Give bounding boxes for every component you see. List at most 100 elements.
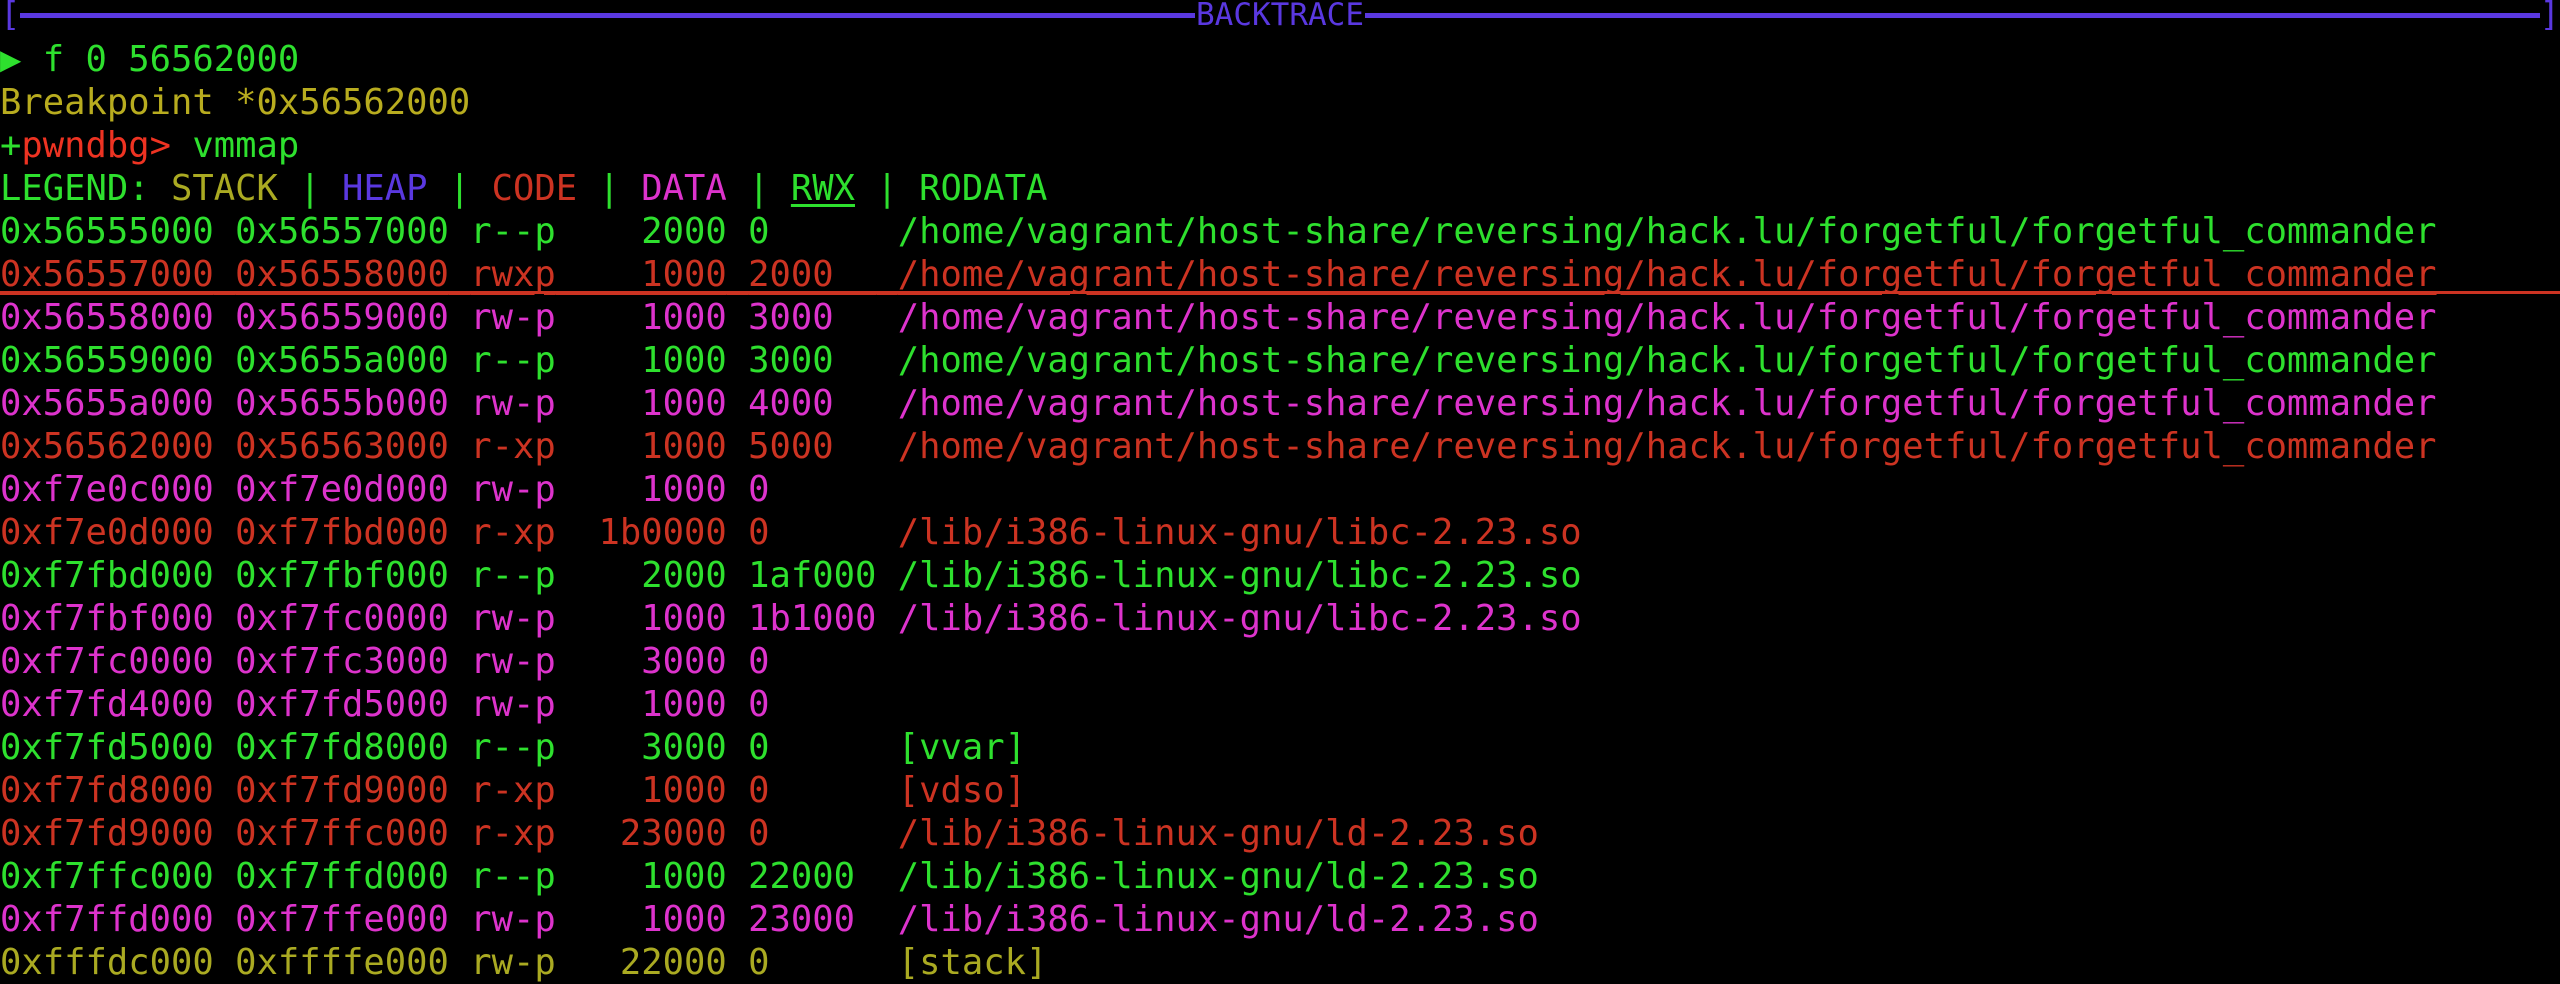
vmmap-cell-perm: rwxp	[470, 254, 556, 295]
legend-gap	[470, 168, 491, 209]
vmmap-cell-gap	[214, 512, 235, 553]
vmmap-cell-offset: 3000	[748, 340, 877, 381]
vmmap-cell-offset: 1b1000	[748, 598, 877, 639]
vmmap-cell-size: 1b0000	[555, 512, 727, 553]
vmmap-cell-end: 0xf7fd9000	[235, 770, 449, 811]
vmmap-cell-perm: r--p	[470, 555, 556, 596]
vmmap-row[interactable]: 0xfffdc000 0xffffe000 rw-p 22000 0 [stac…	[0, 941, 2560, 984]
vmmap-cell-gap	[449, 383, 470, 424]
frame-marker-icon: ▶	[0, 39, 22, 80]
vmmap-cell-size: 1000	[555, 383, 727, 424]
vmmap-cell-gap	[727, 770, 748, 811]
vmmap-cell-gap	[449, 727, 470, 768]
pwndbg-prompt-line[interactable]: +pwndbg> vmmap	[0, 124, 2560, 167]
vmmap-cell-objfile: /home/vagrant/host-share/reversing/hack.…	[897, 211, 2437, 252]
legend-item-rodata: RODATA	[919, 168, 1048, 209]
vmmap-row[interactable]: 0xf7fbf000 0xf7fc0000 rw-p 1000 1b1000 /…	[0, 597, 2560, 640]
vmmap-table: 0x56555000 0x56557000 r--p 2000 0 /home/…	[0, 210, 2560, 984]
vmmap-row[interactable]: 0x56559000 0x5655a000 r--p 1000 3000 /ho…	[0, 339, 2560, 382]
vmmap-row[interactable]: 0xf7fd8000 0xf7fd9000 r-xp 1000 0 [vdso]	[0, 769, 2560, 812]
header-bracket-open: [	[0, 0, 21, 30]
vmmap-cell-objfile: [vdso]	[897, 770, 1026, 811]
vmmap-cell-gap	[876, 340, 897, 381]
vmmap-cell-objfile: /lib/i386-linux-gnu/libc-2.23.so	[897, 512, 1582, 553]
vmmap-cell-offset: 1af000	[748, 555, 877, 596]
vmmap-cell-objfile: [vvar]	[897, 727, 1026, 768]
vmmap-cell-start: 0xf7fbd000	[0, 555, 214, 596]
vmmap-cell-gap	[876, 942, 897, 983]
vmmap-row[interactable]: 0x56562000 0x56563000 r-xp 1000 5000 /ho…	[0, 425, 2560, 468]
vmmap-cell-gap	[876, 856, 897, 897]
vmmap-cell-size: 1000	[555, 254, 727, 295]
vmmap-row[interactable]: 0xf7ffd000 0xf7ffe000 rw-p 1000 23000 /l…	[0, 898, 2560, 941]
prompt-command[interactable]: vmmap	[192, 125, 299, 166]
header-rule-left	[20, 12, 1196, 18]
vmmap-cell-perm: r--p	[470, 727, 556, 768]
legend-space	[150, 168, 171, 209]
vmmap-cell-gap	[449, 598, 470, 639]
vmmap-cell-gap	[876, 598, 897, 639]
vmmap-cell-gap	[876, 512, 897, 553]
vmmap-cell-gap	[727, 555, 748, 596]
vmmap-row[interactable]: 0xf7e0c000 0xf7e0d000 rw-p 1000 0	[0, 468, 2560, 511]
vmmap-cell-start: 0xf7e0c000	[0, 469, 214, 510]
vmmap-row[interactable]: 0xf7ffc000 0xf7ffd000 r--p 1000 22000 /l…	[0, 855, 2560, 898]
vmmap-cell-size: 1000	[555, 426, 727, 467]
vmmap-cell-gap	[449, 211, 470, 252]
vmmap-cell-perm: r--p	[470, 856, 556, 897]
vmmap-cell-objfile: /lib/i386-linux-gnu/libc-2.23.so	[897, 555, 1582, 596]
vmmap-row[interactable]: 0xf7e0d000 0xf7fbd000 r-xp 1b0000 0 /lib…	[0, 511, 2560, 554]
vmmap-row[interactable]: 0x56558000 0x56559000 rw-p 1000 3000 /ho…	[0, 296, 2560, 339]
legend-gap	[770, 168, 791, 209]
vmmap-cell-gap	[214, 340, 235, 381]
vmmap-cell-gap	[727, 340, 748, 381]
vmmap-cell-gap	[727, 598, 748, 639]
vmmap-cell-offset: 2000	[748, 254, 877, 295]
vmmap-row[interactable]: 0xf7fd4000 0xf7fd5000 rw-p 1000 0	[0, 683, 2560, 726]
vmmap-cell-offset: 22000	[748, 856, 877, 897]
vmmap-cell-gap	[449, 555, 470, 596]
vmmap-cell-gap	[876, 555, 897, 596]
vmmap-cell-end: 0x56557000	[235, 211, 449, 252]
vmmap-cell-gap	[449, 254, 470, 295]
vmmap-cell-gap	[214, 727, 235, 768]
vmmap-row[interactable]: 0x56555000 0x56557000 r--p 2000 0 /home/…	[0, 210, 2560, 253]
prompt-label: pwndbg>	[21, 125, 171, 166]
vmmap-row[interactable]: 0xf7fbd000 0xf7fbf000 r--p 2000 1af000 /…	[0, 554, 2560, 597]
vmmap-cell-perm: rw-p	[470, 469, 556, 510]
vmmap-row[interactable]: 0xf7fd9000 0xf7ffc000 r-xp 23000 0 /lib/…	[0, 812, 2560, 855]
vmmap-cell-start: 0xf7fd5000	[0, 727, 214, 768]
vmmap-row[interactable]: 0xf7fd5000 0xf7fd8000 r--p 3000 0 [vvar]	[0, 726, 2560, 769]
legend-gap	[428, 168, 449, 209]
header-rule-right	[1365, 12, 2540, 18]
vmmap-cell-start: 0x56562000	[0, 426, 214, 467]
vmmap-cell-objfile: /lib/i386-linux-gnu/ld-2.23.so	[897, 813, 1539, 854]
vmmap-cell-gap	[214, 641, 235, 682]
backtrace-frame-line: ▶ f 0 56562000	[0, 38, 2560, 81]
vmmap-cell-gap	[727, 813, 748, 854]
vmmap-cell-gap	[727, 211, 748, 252]
vmmap-cell-offset: 0	[748, 727, 877, 768]
vmmap-cell-perm: r-xp	[470, 813, 556, 854]
vmmap-cell-size: 2000	[555, 211, 727, 252]
vmmap-cell-gap	[727, 469, 748, 510]
vmmap-cell-start: 0x5655a000	[0, 383, 214, 424]
vmmap-cell-gap	[727, 383, 748, 424]
vmmap-cell-end: 0x56559000	[235, 297, 449, 338]
vmmap-row[interactable]: 0x56557000 0x56558000 rwxp 1000 2000 /ho…	[0, 253, 2560, 296]
legend-item-heap: HEAP	[342, 168, 428, 209]
vmmap-cell-size: 3000	[555, 727, 727, 768]
vmmap-cell-start: 0xf7ffc000	[0, 856, 214, 897]
vmmap-cell-end: 0x5655a000	[235, 340, 449, 381]
vmmap-cell-perm: r--p	[470, 211, 556, 252]
vmmap-cell-end: 0xf7fc0000	[235, 598, 449, 639]
vmmap-cell-size: 1000	[555, 899, 727, 940]
vmmap-cell-end: 0xf7fd8000	[235, 727, 449, 768]
vmmap-cell-end: 0x56563000	[235, 426, 449, 467]
vmmap-cell-offset: 0	[748, 770, 877, 811]
legend-gap	[278, 168, 299, 209]
vmmap-row[interactable]: 0x5655a000 0x5655b000 rw-p 1000 4000 /ho…	[0, 382, 2560, 425]
vmmap-cell-offset: 0	[748, 813, 877, 854]
vmmap-cell-size: 2000	[555, 555, 727, 596]
vmmap-row[interactable]: 0xf7fc0000 0xf7fc3000 rw-p 3000 0	[0, 640, 2560, 683]
